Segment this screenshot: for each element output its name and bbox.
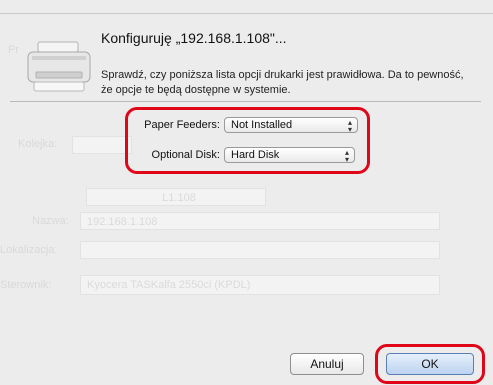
dialog-description: Sprawdź, czy poniższa lista opcji drukar… [101,69,464,96]
dialog-title: Konfiguruję „192.168.1.108"... [101,30,287,46]
bg-label-location: Lokalizacja: [0,244,58,256]
printer-icon [26,40,92,94]
bg-address-field: L1.108 [86,188,266,206]
bg-name-field: 192.168.1.108 [80,212,440,230]
bg-queue-field [72,136,132,154]
options-highlight [125,107,370,174]
ok-highlight [375,344,485,384]
bg-label-driver: Sterownik: [0,279,52,291]
bg-label-queue: Kolejka: [18,138,58,150]
separator [10,101,481,102]
cancel-button[interactable]: Anuluj [290,353,364,375]
bg-label-protocol: Pr [8,44,19,56]
sheet-top-border [0,13,493,14]
bg-location-field [80,241,440,259]
bg-label-name: Nazwa: [32,215,69,227]
bg-driver-field: Kyocera TASKalfa 2550ci (KPDL) [80,275,440,295]
